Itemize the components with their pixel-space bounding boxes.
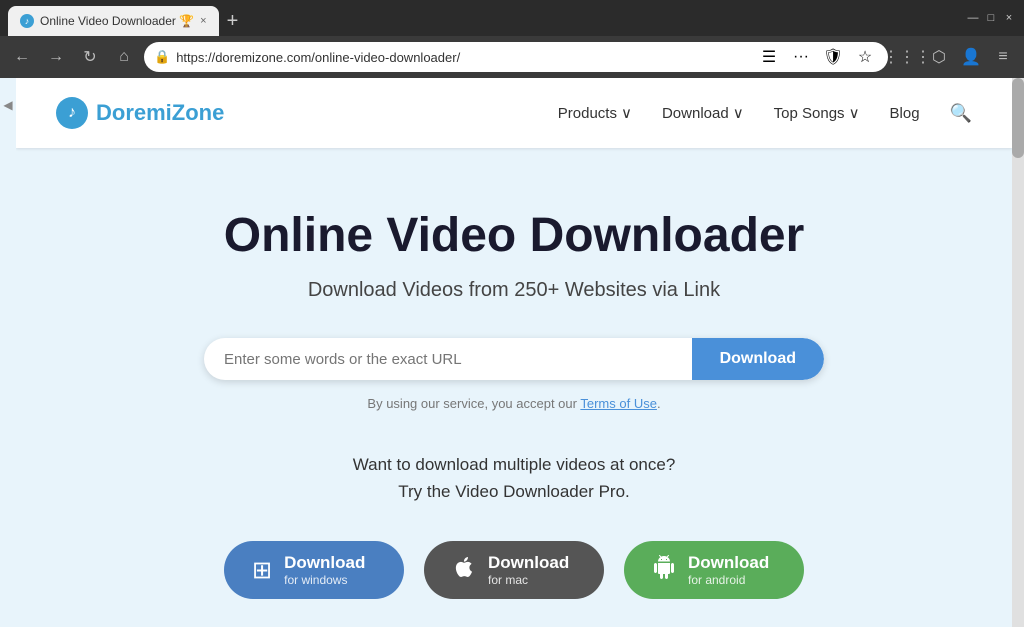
download-mac-button[interactable]: Download for mac bbox=[424, 541, 604, 599]
mac-btn-text: Download for mac bbox=[488, 553, 569, 587]
search-bar: Download bbox=[204, 338, 824, 380]
nav-products[interactable]: Products ∨ bbox=[558, 104, 632, 122]
website-area: ◀ ♪ DoremiZone Products ∨ Dow bbox=[0, 78, 1024, 627]
tab-area: ♪ Online Video Downloader 🏆 × + bbox=[8, 0, 962, 36]
cta-line1: Want to download multiple videos at once… bbox=[56, 451, 972, 478]
android-btn-text: Download for android bbox=[688, 553, 769, 587]
android-btn-sublabel: for android bbox=[688, 573, 769, 587]
menu-dots-icon[interactable]: ··· bbox=[788, 44, 814, 70]
products-chevron: ∨ bbox=[621, 104, 632, 122]
site-header: ♪ DoremiZone Products ∨ Download ∨ Top S… bbox=[16, 78, 1012, 148]
search-nav-icon[interactable]: 🔍 bbox=[950, 103, 972, 124]
blog-label: Blog bbox=[890, 105, 920, 122]
search-bar-container: Download bbox=[56, 338, 972, 380]
android-icon bbox=[652, 555, 676, 586]
windows-btn-label: Download bbox=[284, 553, 365, 573]
download-android-button[interactable]: Download for android bbox=[624, 541, 804, 599]
home-button[interactable]: ⌂ bbox=[110, 43, 138, 71]
logo-text: DoremiZone bbox=[96, 100, 224, 126]
logo-music-note: ♪ bbox=[68, 104, 76, 122]
toolbar-right: ⋮⋮⋮ ⬡ 👤 ≡ bbox=[894, 44, 1016, 70]
terms-of-use-link[interactable]: Terms of Use bbox=[580, 396, 657, 411]
library-icon[interactable]: ⋮⋮⋮ bbox=[894, 44, 920, 70]
tab-favicon: ♪ bbox=[20, 14, 34, 28]
browser-tab[interactable]: ♪ Online Video Downloader 🏆 × bbox=[8, 6, 219, 36]
reader-icon[interactable]: ☰ bbox=[756, 44, 782, 70]
refresh-button[interactable]: ↻ bbox=[76, 43, 104, 71]
download-buttons-group: ⊞ Download for windows bbox=[56, 541, 972, 599]
download-windows-button[interactable]: ⊞ Download for windows bbox=[224, 541, 404, 599]
sidebar-toggle[interactable]: ◀ bbox=[0, 78, 16, 627]
site-logo[interactable]: ♪ DoremiZone bbox=[56, 97, 224, 129]
nav-top-songs[interactable]: Top Songs ∨ bbox=[774, 104, 860, 122]
sync-icon[interactable]: ⬡ bbox=[926, 44, 952, 70]
hamburger-icon[interactable]: ≡ bbox=[990, 44, 1016, 70]
back-button[interactable]: ← bbox=[8, 43, 36, 71]
nav-download[interactable]: Download ∨ bbox=[662, 104, 744, 122]
title-bar: ♪ Online Video Downloader 🏆 × + — □ × bbox=[0, 0, 1024, 36]
android-btn-label: Download bbox=[688, 553, 769, 573]
cta-line2: Try the Video Downloader Pro. bbox=[56, 478, 972, 505]
mac-btn-label: Download bbox=[488, 553, 569, 573]
top-songs-chevron: ∨ bbox=[849, 104, 860, 122]
scrollbar[interactable] bbox=[1012, 78, 1024, 627]
windows-icon: ⊞ bbox=[252, 556, 272, 585]
address-text: https://doremizone.com/online-video-down… bbox=[176, 50, 750, 65]
browser-frame: ♪ Online Video Downloader 🏆 × + — □ × ← … bbox=[0, 0, 1024, 627]
hero-subtitle: Download Videos from 250+ Websites via L… bbox=[56, 279, 972, 302]
terms-text: By using our service, you accept our Ter… bbox=[56, 396, 972, 411]
bookmark-icon[interactable]: ☆ bbox=[852, 44, 878, 70]
cta-section: Want to download multiple videos at once… bbox=[56, 451, 972, 505]
lock-icon: 🔒 bbox=[154, 49, 170, 65]
mac-icon bbox=[452, 555, 476, 585]
search-download-button[interactable]: Download bbox=[692, 338, 824, 380]
logo-icon: ♪ bbox=[56, 97, 88, 129]
maximize-button[interactable]: □ bbox=[984, 11, 998, 25]
close-button[interactable]: × bbox=[1002, 11, 1016, 25]
address-bar[interactable]: 🔒 https://doremizone.com/online-video-do… bbox=[144, 42, 888, 72]
page-content: ♪ DoremiZone Products ∨ Download ∨ Top S… bbox=[16, 78, 1012, 627]
hero-title: Online Video Downloader bbox=[56, 208, 972, 263]
tab-close-button[interactable]: × bbox=[200, 15, 206, 27]
tab-title: Online Video Downloader 🏆 bbox=[40, 14, 194, 28]
scrollbar-thumb[interactable] bbox=[1012, 78, 1024, 158]
new-tab-button[interactable]: + bbox=[219, 6, 247, 36]
terms-prefix: By using our service, you accept our bbox=[367, 396, 580, 411]
mac-btn-sublabel: for mac bbox=[488, 573, 569, 587]
shield-toolbar-icon[interactable]: 🛡 bbox=[820, 44, 846, 70]
browser-toolbar: ← → ↻ ⌂ 🔒 https://doremizone.com/online-… bbox=[0, 36, 1024, 78]
terms-period: . bbox=[657, 396, 661, 411]
site-nav: Products ∨ Download ∨ Top Songs ∨ Blog 🔍 bbox=[558, 103, 972, 124]
minimize-button[interactable]: — bbox=[966, 11, 980, 25]
download-chevron: ∨ bbox=[733, 104, 744, 122]
windows-btn-text: Download for windows bbox=[284, 553, 365, 587]
windows-btn-sublabel: for windows bbox=[284, 573, 365, 587]
forward-button[interactable]: → bbox=[42, 43, 70, 71]
search-input[interactable] bbox=[204, 338, 692, 380]
window-controls: — □ × bbox=[966, 11, 1016, 25]
top-songs-label: Top Songs bbox=[774, 105, 845, 122]
profile-icon[interactable]: 👤 bbox=[958, 44, 984, 70]
hero-section: Online Video Downloader Download Videos … bbox=[16, 148, 1012, 627]
nav-blog[interactable]: Blog bbox=[890, 105, 920, 122]
products-label: Products bbox=[558, 105, 617, 122]
download-nav-label: Download bbox=[662, 105, 729, 122]
